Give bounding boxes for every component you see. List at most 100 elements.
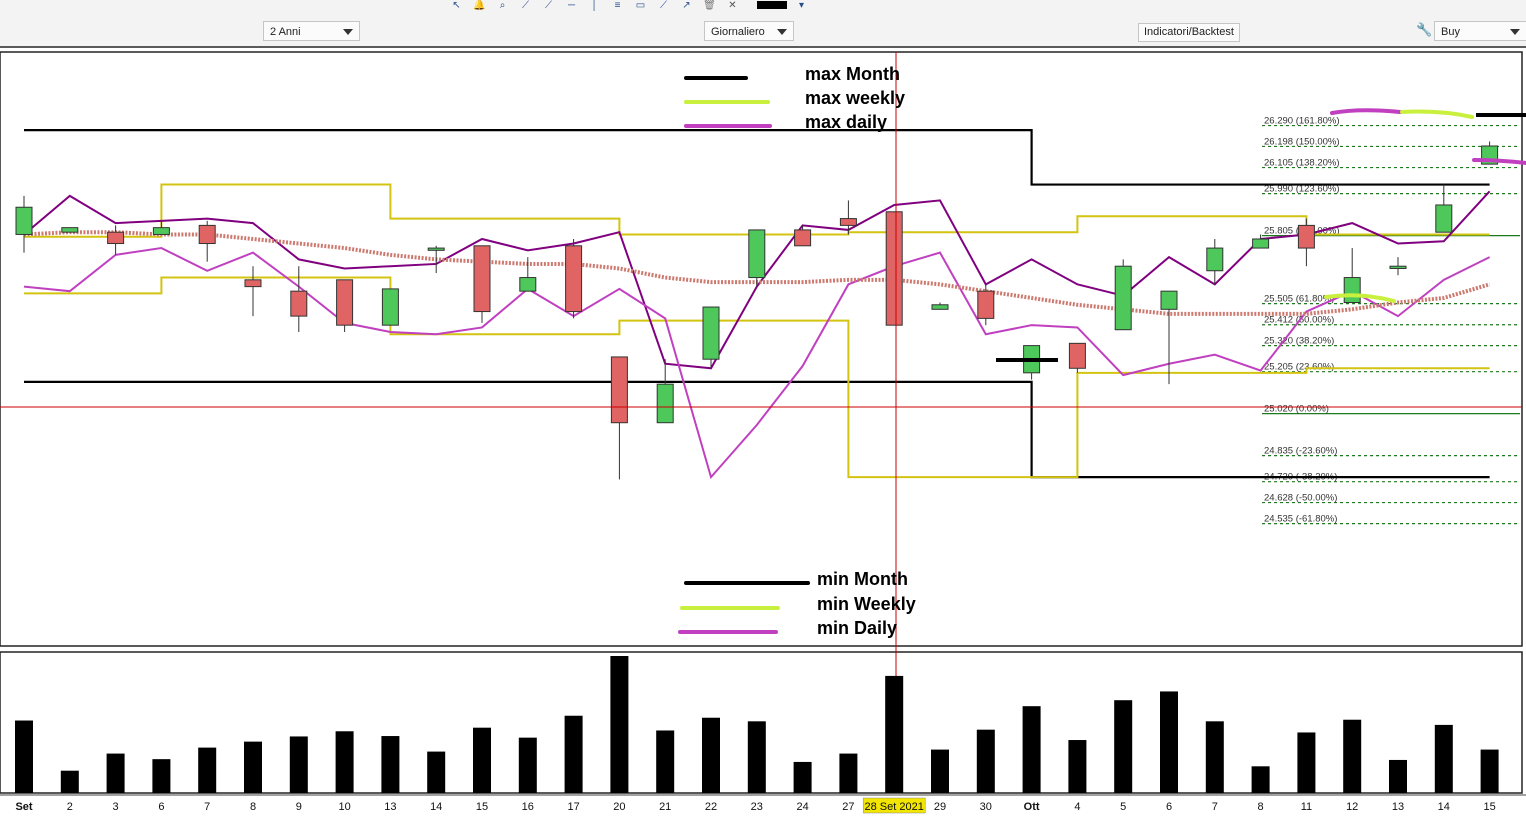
volume-bar [1068,740,1087,793]
fib-level-label: 25.320 (38.20%) [1264,336,1334,347]
x-axis-tick-label: 8 [1258,801,1264,813]
candle-up [1435,204,1453,233]
volume-bar [839,753,858,793]
annotation-min-month: min Month [817,569,908,589]
volume-bar [381,736,400,793]
volume-bar [1480,749,1499,793]
fib-level-label: 26.198 (150.00%) [1264,136,1340,147]
volume-bar [289,736,308,793]
candle-down [336,279,354,326]
fib-level-label: 24.835 (-23.60%) [1264,446,1337,457]
annotation-max-month: max Month [805,64,900,84]
x-axis-tick-label: 13 [384,801,396,813]
x-axis-tick-label: 23 [751,801,763,813]
fib-level-label: 24.535 (-61.80%) [1264,514,1337,525]
volume-bar [60,770,79,793]
x-axis-tick-label: 6 [1166,801,1172,813]
candle-down [977,290,995,319]
volume-bar [747,721,766,793]
candle-up [1206,247,1224,272]
x-axis-tick-label: 15 [476,801,488,813]
volume-bar [702,717,720,793]
x-axis-tick-label: 10 [338,801,350,813]
candle-down [198,224,216,245]
volume-bar [1160,691,1178,793]
candle-up [1160,290,1178,310]
x-axis-tick-label: 3 [113,801,119,813]
x-axis-tick-label: 6 [158,801,164,813]
fib-level-label: 26.290 (161.80%) [1264,116,1340,127]
candle-down [885,211,903,326]
candle-down [473,245,491,313]
x-axis-tick-label: 5 [1120,801,1126,813]
candle-down [610,356,628,424]
candle-up [152,227,170,235]
fib-level-label: 25.205 (23.60%) [1264,362,1334,373]
volume-bar [198,747,217,793]
candle-down [839,218,857,226]
volume-bar [15,720,33,793]
candle-down [794,229,812,247]
volume-bar [518,737,537,793]
volume-bar [1251,766,1270,793]
volume-bar [793,761,812,793]
x-axis-tick-label: 8 [250,801,256,813]
x-axis-tick-label: 7 [204,801,210,813]
candle-down [1068,342,1086,369]
candle-down [107,231,125,245]
price-chart[interactable]: 26.290 (161.80%) 26.198 (150.00%) 26.105 (… [0,0,1526,816]
candle-up [931,304,949,310]
volume-bar [1343,719,1362,793]
candle-down [565,245,583,313]
volume-bar [564,715,583,793]
x-axis-tick-label: 15 [1483,801,1495,813]
fib-level-label: 25.020 (0.00%) [1264,404,1329,415]
x-axis-tick-label: 29 [934,801,946,813]
volume-bar [1297,732,1316,793]
x-axis-tick-label: 4 [1074,801,1080,813]
x-axis-tick-label: 11 [1301,801,1312,813]
x-axis-tick-label: 2 [67,801,73,813]
candle-up [748,229,766,279]
candle-up [381,288,399,326]
volume-bar [106,753,125,793]
volume-bar [1022,706,1041,793]
x-axis-tick-label: 7 [1212,801,1218,813]
x-axis-tick-label: 30 [980,801,992,813]
volume-bar [1205,721,1224,793]
annotation-max-daily: max daily [805,112,887,132]
annotation-min-daily: min Daily [817,618,897,638]
candle-up [61,227,79,233]
candle-down [1297,224,1315,249]
volume-bar [1434,724,1453,793]
volume-bar [976,729,995,793]
x-axis-tick-label: 27 [842,801,854,813]
annotation-max-weekly: max weekly [805,88,905,108]
volume-bar [656,730,675,793]
volume-bar [1114,700,1133,793]
x-axis-tick-label: 13 [1392,801,1404,813]
volume-bar [931,749,949,793]
candle-up [1114,265,1132,331]
volume-bar [1389,759,1407,793]
x-axis-tick-label: 28 Set 2021 [865,801,924,813]
volume-bar [473,727,491,793]
candle-up [1252,238,1270,249]
x-axis-tick-label: 17 [567,801,579,813]
x-axis-tick-label: 16 [522,801,534,813]
x-axis-tick-label: 20 [613,801,625,813]
volume-bar [335,731,354,793]
volume-bar [244,741,262,793]
fib-level-label: 26.105 (138.20%) [1264,158,1340,169]
volume-bar [152,759,171,793]
candle-down [244,279,262,288]
candle-up [15,206,33,235]
x-axis-tick-label: 9 [296,801,302,813]
fib-level-label: 24.628 (-50.00%) [1264,493,1337,504]
candle-up [427,247,445,251]
candle-up [519,277,537,292]
x-axis-tick-label: 24 [796,801,808,813]
candle-up [656,383,674,424]
candle-up [702,306,720,360]
annotation-min-weekly: min Weekly [817,594,916,614]
